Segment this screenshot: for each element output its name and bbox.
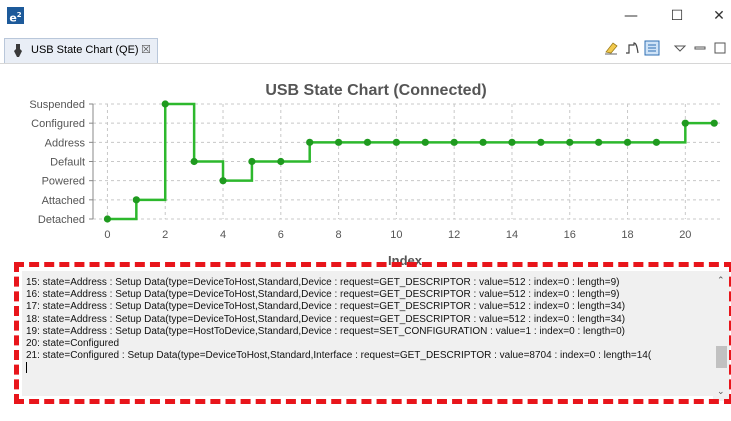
data-point — [566, 138, 574, 146]
data-point — [392, 138, 400, 146]
y-tick-label: Configured — [31, 118, 85, 130]
chart-series — [103, 100, 718, 223]
usb-state-chart: USB State Chart (Connected) Detached Atta… — [29, 82, 720, 268]
tab-usb-state-chart[interactable]: USB State Chart (QE) ☒ — [4, 38, 158, 63]
eraser-icon[interactable] — [603, 40, 619, 56]
data-point — [479, 138, 487, 146]
x-tick-label: 12 — [448, 229, 460, 241]
list-view-icon[interactable] — [644, 40, 660, 56]
data-point — [161, 100, 169, 108]
x-tick-label: 8 — [336, 229, 342, 241]
tab-title: USB State Chart (QE) — [31, 44, 139, 56]
maximize-view-icon[interactable] — [712, 40, 728, 56]
x-tick-label: 16 — [564, 229, 576, 241]
x-tick-label: 20 — [679, 229, 691, 241]
data-point — [103, 215, 112, 223]
chart-title: USB State Chart (Connected) — [265, 82, 486, 99]
x-tick-label: 14 — [506, 229, 518, 241]
x-tick-label: 0 — [104, 229, 110, 241]
data-point — [277, 157, 285, 166]
usb-plug-icon — [14, 44, 22, 57]
data-point — [450, 138, 458, 146]
data-point — [710, 119, 718, 127]
x-tick-label: 2 — [162, 229, 168, 241]
data-point — [421, 138, 429, 146]
y-axis-labels: Detached Attached Powered Default Address Con… — [29, 99, 85, 226]
y-tick-label: Attached — [42, 195, 85, 207]
y-tick-label: Default — [50, 157, 85, 169]
y-tick-label: Suspended — [29, 99, 85, 111]
data-point — [508, 138, 516, 146]
close-window-button[interactable]: ✕ — [708, 6, 730, 26]
x-tick-label: 4 — [220, 229, 226, 241]
x-tick-label: 10 — [390, 229, 402, 241]
data-point — [334, 138, 343, 146]
data-point — [623, 138, 632, 146]
data-point — [132, 196, 140, 204]
minimize-button[interactable]: — — [620, 6, 642, 26]
window-titlebar: e2 — ☐ ✕ — [0, 0, 731, 36]
data-point — [190, 157, 198, 166]
view-menu-icon[interactable] — [672, 40, 688, 56]
data-point — [219, 177, 227, 185]
data-point — [681, 119, 689, 127]
maximize-button[interactable]: ☐ — [666, 6, 688, 26]
y-tick-label: Detached — [38, 214, 85, 226]
data-point — [248, 157, 256, 166]
data-point — [537, 138, 545, 146]
data-point — [652, 138, 661, 146]
app-logo-icon: e2 — [7, 7, 24, 25]
view-tab-bar: USB State Chart (QE) ☒ — [0, 36, 731, 64]
x-tick-label: 18 — [621, 229, 633, 241]
data-point — [363, 138, 372, 146]
tab-close-icon[interactable]: ☒ — [141, 43, 151, 56]
step-chart-icon[interactable] — [624, 40, 640, 56]
y-tick-label: Powered — [42, 176, 85, 188]
minimize-view-icon[interactable] — [692, 40, 708, 56]
y-tick-label: Address — [45, 137, 86, 149]
data-point — [306, 138, 314, 146]
chart-grid — [89, 103, 720, 220]
x-axis-labels: 0 2 4 6 8 10 12 14 16 18 20 — [104, 229, 691, 241]
x-tick-label: 6 — [278, 229, 284, 241]
highlight-dashed-frame — [14, 262, 731, 404]
data-point — [595, 138, 603, 146]
